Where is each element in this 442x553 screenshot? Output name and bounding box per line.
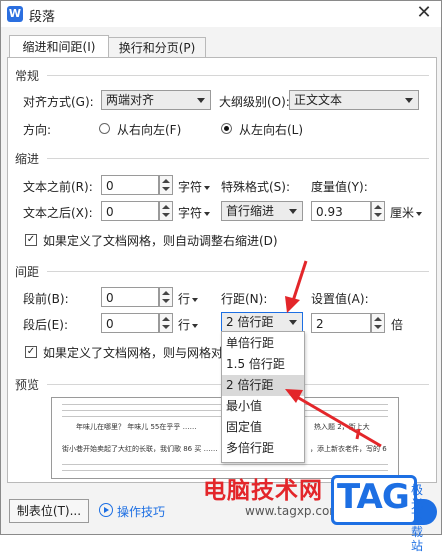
arrow-to-double-option: [296, 395, 382, 448]
tips-link[interactable]: 操作技巧: [117, 503, 165, 520]
play-circle-icon[interactable]: [99, 503, 113, 517]
tab-stops-button[interactable]: 制表位(T)...: [9, 499, 89, 523]
watermark-site-name: 电脑技术网: [203, 478, 323, 504]
arrowhead-icon: [285, 296, 300, 313]
arrow-tail: [355, 428, 361, 440]
arrow-to-line-spacing: [291, 260, 308, 302]
annotation-arrows: [285, 260, 382, 448]
watermark-url: www.tagxp.com: [245, 504, 341, 518]
tag-logo-text: TAG: [337, 477, 410, 517]
arrowhead-icon: [285, 389, 303, 403]
paragraph-dialog: W 段落 ✕ 缩进和间距(I) 换行和分页(P) 常规 对齐方式(G): 两端对…: [0, 0, 442, 553]
tag-logo-subtitle: 极光下载站: [411, 483, 424, 553]
